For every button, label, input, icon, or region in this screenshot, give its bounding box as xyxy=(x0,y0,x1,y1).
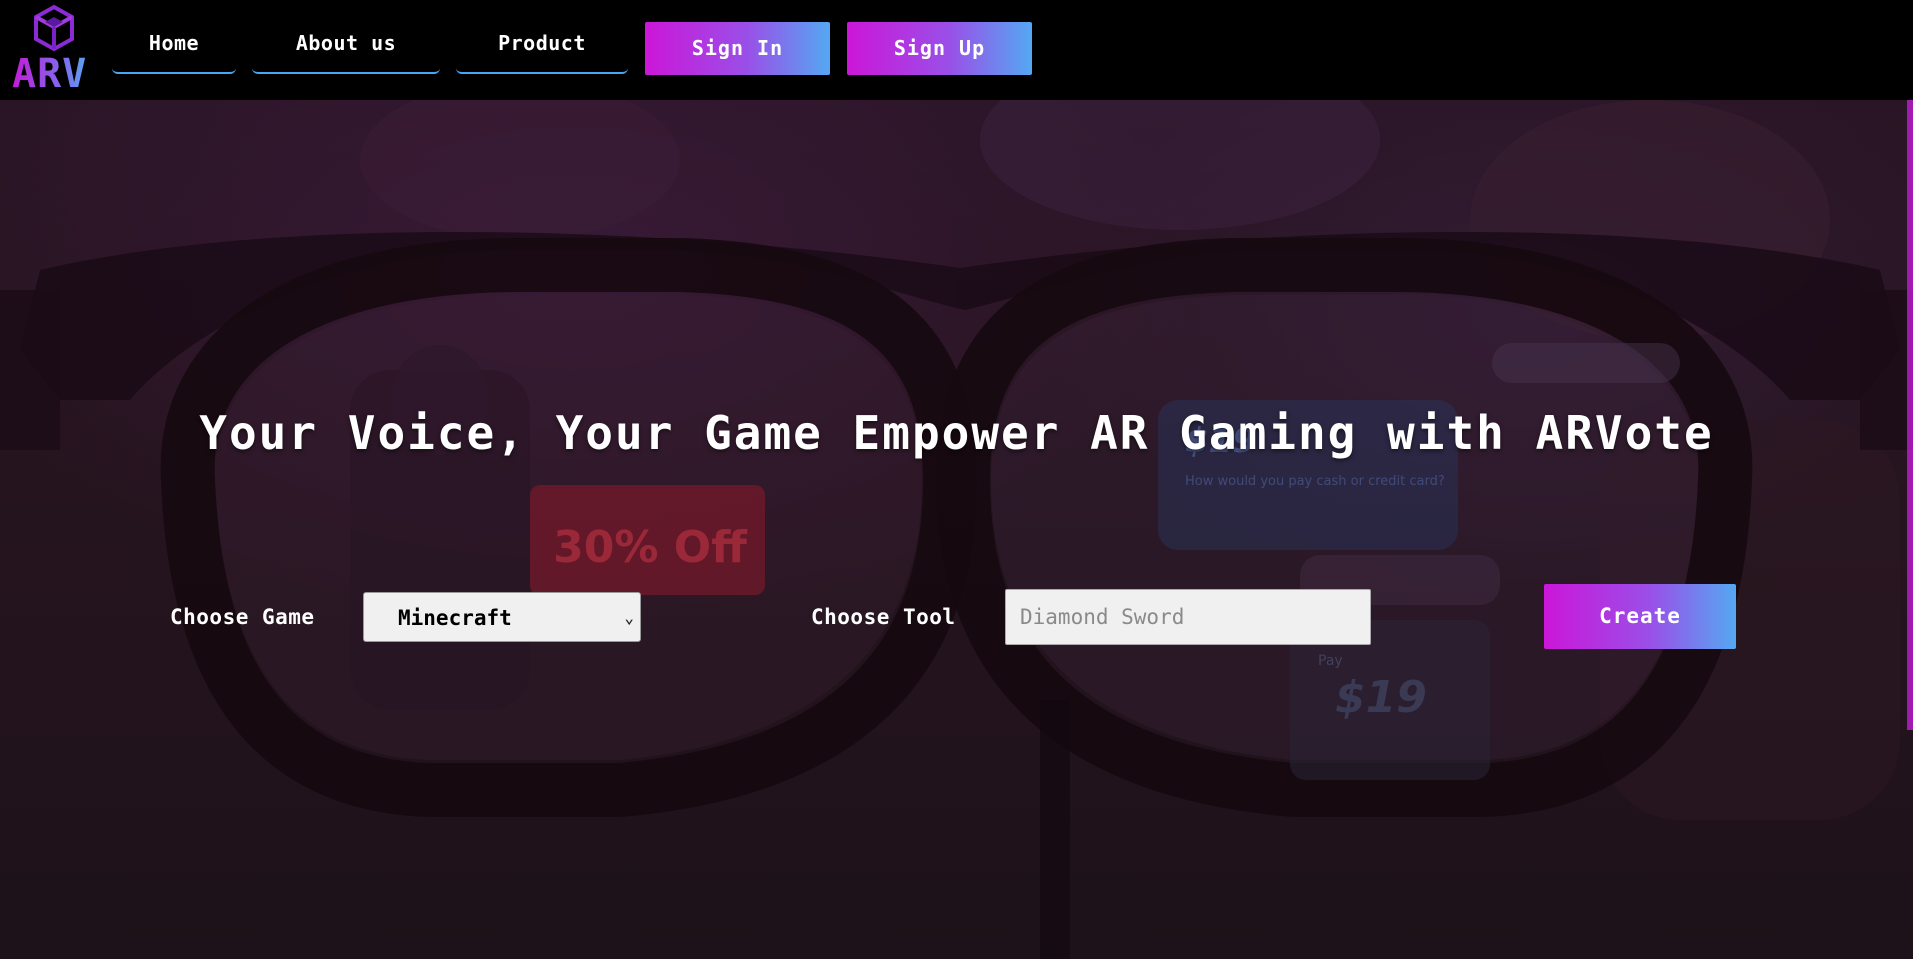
game-select-value: Minecraft xyxy=(398,606,512,630)
hero-section: 30% Off $19 How would you pay cash or cr… xyxy=(0,100,1913,959)
tool-input[interactable] xyxy=(1005,589,1371,645)
create-button[interactable]: Create xyxy=(1544,584,1736,649)
game-select[interactable]: Minecraft ⌄ xyxy=(363,592,641,642)
navbar: ARV Home About us Product Sign In Sign U… xyxy=(0,0,1913,100)
choose-game-label: Choose Game xyxy=(170,605,315,629)
price-tag-small: Pay xyxy=(1318,653,1343,669)
choose-tool-label: Choose Tool xyxy=(811,605,956,629)
brand-logo-text: ARV xyxy=(12,51,88,97)
sign-up-button[interactable]: Sign Up xyxy=(847,22,1032,75)
price-tag-price: $19 xyxy=(1335,672,1427,723)
ar-glasses-background-image: 30% Off $19 How would you pay cash or cr… xyxy=(0,100,1913,959)
cube-logo-icon xyxy=(34,4,74,52)
hero-headline: Your Voice, Your Game Empower AR Gaming … xyxy=(199,406,1714,460)
nav-link-home[interactable]: Home xyxy=(112,22,236,74)
chevron-down-icon: ⌄ xyxy=(624,608,634,627)
sale-tag-text: 30% Off xyxy=(553,522,748,573)
nav-link-about-us[interactable]: About us xyxy=(252,22,440,74)
brand-logo[interactable]: ARV xyxy=(8,4,108,97)
sign-in-button[interactable]: Sign In xyxy=(645,22,830,75)
price-card-text: How would you pay cash or credit card? xyxy=(1185,474,1445,489)
nav-link-product[interactable]: Product xyxy=(456,22,628,74)
